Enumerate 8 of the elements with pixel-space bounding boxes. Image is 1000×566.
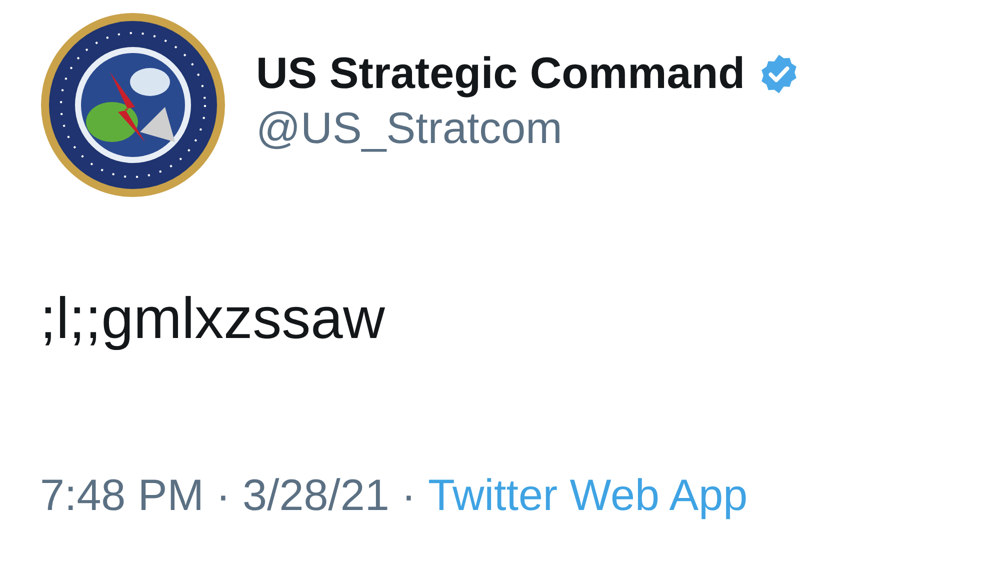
separator-dot: · bbox=[401, 470, 416, 522]
source-link[interactable]: Twitter Web App bbox=[428, 468, 748, 523]
tweet-text: ;l;;gmlxzssaw bbox=[40, 290, 386, 348]
author-name: US Strategic Command bbox=[256, 48, 745, 100]
separator-dot: · bbox=[216, 470, 231, 522]
author-handle[interactable]: @US_Stratcom bbox=[256, 101, 801, 156]
tweet-date: 3/28/21 bbox=[242, 470, 390, 522]
tweet-time: 7:48 PM bbox=[40, 470, 204, 522]
